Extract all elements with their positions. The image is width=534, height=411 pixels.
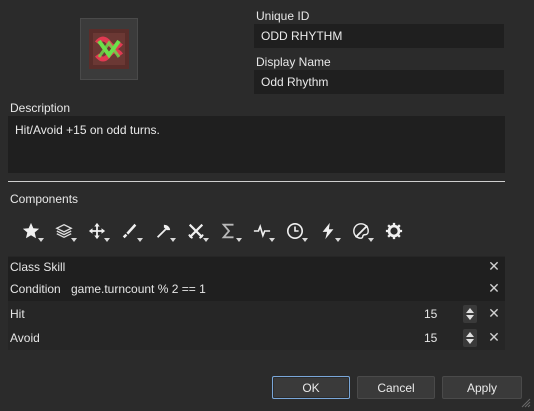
remove-condition-icon[interactable]: ✕ — [488, 281, 500, 295]
display-name-field[interactable]: Odd Rhythm — [254, 70, 504, 94]
components-toolbar — [14, 218, 410, 244]
skill-icon-button[interactable] — [80, 18, 138, 80]
hit-value-input[interactable]: 15 — [424, 307, 454, 321]
move-icon[interactable] — [80, 218, 113, 244]
condition-label: Condition — [10, 282, 61, 296]
component-row-condition: Condition game.turncount % 2 == 1 ✕ — [8, 279, 505, 301]
cancel-button[interactable]: Cancel — [357, 376, 435, 399]
section-divider — [8, 181, 505, 182]
class-skill-label: Class Skill — [10, 260, 66, 274]
remove-avoid-icon[interactable]: ✕ — [488, 330, 500, 344]
component-row-hit: Hit 15 ✕ — [8, 302, 505, 324]
condition-input[interactable]: game.turncount % 2 == 1 — [71, 282, 206, 296]
avoid-value-input[interactable]: 15 — [424, 331, 454, 345]
sword-icon[interactable] — [113, 218, 146, 244]
star-icon[interactable] — [14, 218, 47, 244]
hit-spinbox-arrows[interactable] — [463, 305, 477, 323]
component-row-avoid: Avoid 15 ✕ — [8, 326, 505, 348]
crossed-swords-icon[interactable] — [179, 218, 212, 244]
lightning-icon[interactable] — [311, 218, 344, 244]
unique-id-label: Unique ID — [256, 9, 310, 23]
axe-icon[interactable] — [146, 218, 179, 244]
sigma-icon[interactable] — [212, 218, 245, 244]
odd-rhythm-skill-icon — [89, 29, 129, 69]
apply-button[interactable]: Apply — [442, 376, 522, 399]
components-list: Class Skill ✕ Condition game.turncount %… — [8, 256, 505, 350]
ok-button[interactable]: OK — [272, 376, 350, 399]
layers-icon[interactable] — [47, 218, 80, 244]
unique-id-field[interactable]: ODD RHYTHM — [254, 24, 504, 48]
description-label: Description — [10, 101, 71, 115]
avoid-label: Avoid — [10, 331, 40, 345]
remove-class-skill-icon[interactable]: ✕ — [488, 259, 500, 273]
pulse-icon[interactable] — [245, 218, 278, 244]
remove-hit-icon[interactable]: ✕ — [488, 306, 500, 320]
gear-icon[interactable] — [377, 218, 410, 244]
description-textarea[interactable]: Hit/Avoid +15 on odd turns. — [8, 116, 505, 173]
clock-icon[interactable] — [278, 218, 311, 244]
hit-label: Hit — [10, 307, 25, 321]
avoid-spinbox-arrows[interactable] — [463, 329, 477, 347]
components-label: Components — [10, 192, 79, 206]
resize-grip-icon[interactable] — [521, 398, 531, 408]
component-row-class-skill: Class Skill ✕ — [8, 257, 505, 279]
display-name-label: Display Name — [256, 55, 331, 69]
palette-icon[interactable] — [344, 218, 377, 244]
